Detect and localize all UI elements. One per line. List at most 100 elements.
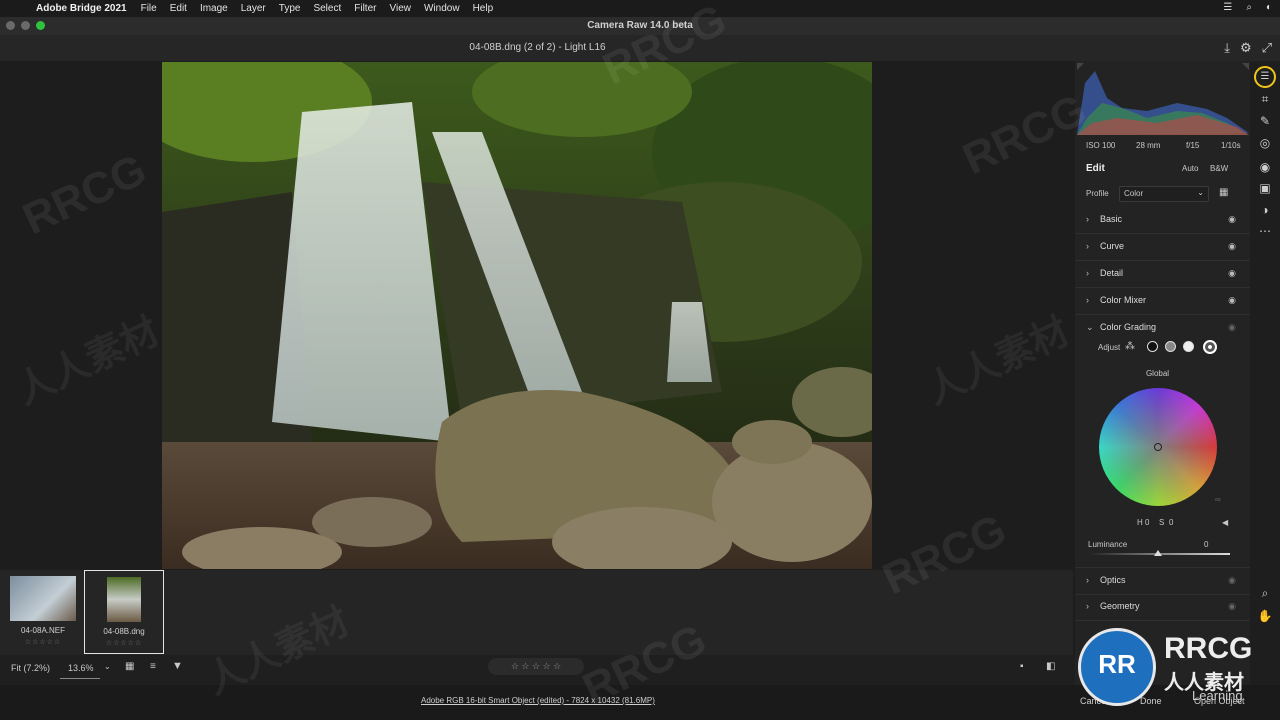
control-center-icon[interactable]: ☰ — [1223, 2, 1232, 13]
visibility-eye-icon[interactable]: ◉ — [1228, 214, 1236, 225]
section-label: Detail — [1100, 268, 1124, 278]
document-filename: 04-08B.dng (2 of 2) - Light L16 — [469, 42, 606, 53]
menu-help[interactable]: Help — [473, 3, 494, 14]
app-menu[interactable]: Adobe Bridge 2021 — [36, 3, 127, 14]
global-wheel-icon[interactable] — [1203, 340, 1217, 354]
before-after-icon[interactable]: ◧ — [1046, 661, 1055, 672]
snapshots-icon[interactable]: ▣ — [1250, 181, 1280, 195]
photo-rendering — [162, 62, 872, 569]
expand-triangle-icon[interactable]: ◀ — [1222, 518, 1228, 527]
workflow-options-link[interactable]: Adobe RGB 16-bit Smart Object (edited) -… — [421, 696, 655, 705]
section-geometry[interactable]: › Geometry ◉ — [1075, 594, 1250, 621]
healing-brush-icon[interactable]: ✎ — [1250, 114, 1280, 128]
rating-stars[interactable]: ☆ ☆ ☆ ☆ ☆ — [488, 658, 584, 675]
aperture: f/15 — [1186, 141, 1200, 150]
visibility-eye-icon[interactable]: ◉ — [1228, 322, 1236, 333]
document-header: 04-08B.dng (2 of 2) - Light L16 ⤓ ⚙ ⤢ — [0, 35, 1280, 61]
menu-view[interactable]: View — [389, 3, 411, 14]
luminance-slider[interactable] — [1088, 550, 1230, 556]
menu-layer[interactable]: Layer — [241, 3, 266, 14]
save-icon[interactable]: ⤓ — [1224, 40, 1230, 56]
filmstrip-item-selected[interactable]: 04-08B.dng ☆☆☆☆☆ — [84, 570, 164, 654]
visibility-eye-icon[interactable]: ◉ — [1228, 601, 1236, 612]
shutter-speed: 1/10s — [1221, 141, 1241, 150]
visibility-eye-icon[interactable]: ◉ — [1228, 268, 1236, 279]
menu-window[interactable]: Window — [424, 3, 460, 14]
highlight-clipping-icon — [1242, 63, 1249, 70]
chevron-right-icon: › — [1086, 214, 1089, 224]
more-options-icon[interactable]: ⋯ — [1250, 224, 1280, 238]
thumbnail-rating[interactable]: ☆☆☆☆☆ — [4, 638, 82, 646]
visibility-eye-icon[interactable]: ◉ — [1228, 295, 1236, 306]
section-color-mixer[interactable]: › Color Mixer ◉ — [1075, 288, 1250, 315]
crop-icon[interactable]: ⌗ — [1250, 92, 1280, 107]
filmstrip-view-icon[interactable]: ▦ — [125, 661, 134, 672]
menu-type[interactable]: Type — [279, 3, 301, 14]
three-way-icon[interactable]: ⁂ — [1125, 341, 1135, 352]
single-view-icon[interactable]: ▪ — [1020, 661, 1024, 672]
saturation-label: S — [1159, 518, 1165, 527]
profile-browser-icon[interactable]: ▦ — [1219, 187, 1228, 198]
midtones-wheel-icon[interactable] — [1165, 341, 1176, 352]
filter-icon[interactable]: ▼ — [172, 660, 183, 672]
saturation-value: 0 — [1169, 518, 1174, 527]
logo-brand: RRCG — [1164, 632, 1253, 665]
bottom-toolbar: Fit (7.2%) 13.6% ⌄ ▦ ≡ ▼ ☆ ☆ ☆ ☆ ☆ ▪ ◧ — [0, 655, 1250, 685]
sort-icon[interactable]: ≡ — [150, 661, 156, 672]
profile-label: Profile — [1086, 189, 1109, 198]
link-icon[interactable]: ∞ — [1215, 495, 1221, 504]
section-basic[interactable]: › Basic ◉ — [1075, 207, 1250, 234]
bw-button[interactable]: B&W — [1210, 164, 1228, 173]
global-label: Global — [1145, 369, 1170, 378]
filmstrip-item[interactable]: 04-08A.NEF ☆☆☆☆☆ — [4, 570, 82, 652]
zoom-level-select[interactable]: 13.6% — [68, 663, 94, 673]
fullscreen-icon[interactable]: ⤢ — [1262, 40, 1272, 56]
iso-value: ISO 100 — [1086, 141, 1116, 150]
color-wheel[interactable] — [1099, 388, 1217, 506]
fit-zoom-button[interactable]: Fit (7.2%) — [11, 663, 50, 673]
rrcg-logo: RR RRCG 人人素材 Learning — [1078, 628, 1274, 714]
zoom-tool-icon[interactable]: ⌕ — [1250, 586, 1280, 601]
section-label: Color Grading — [1100, 322, 1157, 332]
chevron-right-icon: › — [1086, 241, 1089, 251]
red-eye-icon[interactable]: ◉ — [1250, 160, 1280, 174]
zoom-underline — [60, 678, 100, 679]
menu-select[interactable]: Select — [313, 3, 341, 14]
wheel-handle[interactable] — [1154, 443, 1162, 451]
section-curve[interactable]: › Curve ◉ — [1075, 234, 1250, 261]
chevron-down-icon: ⌄ — [1086, 322, 1094, 332]
shadow-clipping-icon — [1077, 63, 1084, 70]
thumbnail-rating[interactable]: ☆☆☆☆☆ — [85, 639, 163, 647]
hand-tool-icon[interactable]: ✋ — [1250, 609, 1280, 623]
slider-thumb[interactable] — [1154, 550, 1162, 556]
auto-button[interactable]: Auto — [1182, 164, 1198, 173]
menu-edit[interactable]: Edit — [170, 3, 187, 14]
masking-icon[interactable]: ◎ — [1250, 136, 1280, 150]
visibility-eye-icon[interactable]: ◉ — [1228, 241, 1236, 252]
chevron-down-icon: ⌄ — [1197, 188, 1204, 197]
waterfall-photo[interactable] — [162, 62, 872, 569]
section-detail[interactable]: › Detail ◉ — [1075, 261, 1250, 288]
section-label: Color Mixer — [1100, 295, 1147, 305]
profile-dropdown[interactable]: Color ⌄ — [1119, 186, 1209, 202]
visibility-eye-icon[interactable]: ◉ — [1228, 575, 1236, 586]
logo-glyph: RR — [1098, 649, 1136, 679]
adjust-label: Adjust — [1098, 343, 1121, 352]
chevron-right-icon: › — [1086, 601, 1089, 611]
presets-icon[interactable]: ◑ — [1250, 203, 1280, 217]
menu-filter[interactable]: Filter — [354, 3, 376, 14]
chevron-down-icon[interactable]: ⌄ — [104, 662, 111, 671]
settings-gear-icon[interactable]: ⚙ — [1240, 40, 1252, 56]
highlights-wheel-icon[interactable] — [1183, 341, 1194, 352]
menu-image[interactable]: Image — [200, 3, 228, 14]
thumbnail-filename: 04-08A.NEF — [20, 626, 66, 635]
edit-sliders-icon[interactable]: ☰ — [1250, 66, 1280, 88]
siri-icon[interactable]: ◐ — [1266, 2, 1272, 13]
section-color-grading[interactable]: ⌄ Color Grading ◉ — [1075, 315, 1250, 341]
section-optics[interactable]: › Optics ◉ — [1075, 567, 1250, 595]
search-icon[interactable]: ⌕ — [1246, 2, 1252, 13]
shadows-wheel-icon[interactable] — [1147, 341, 1158, 352]
section-label: Curve — [1100, 241, 1125, 251]
thumbnail-filename: 04-08B.dng — [103, 627, 145, 636]
menu-file[interactable]: File — [141, 3, 157, 14]
